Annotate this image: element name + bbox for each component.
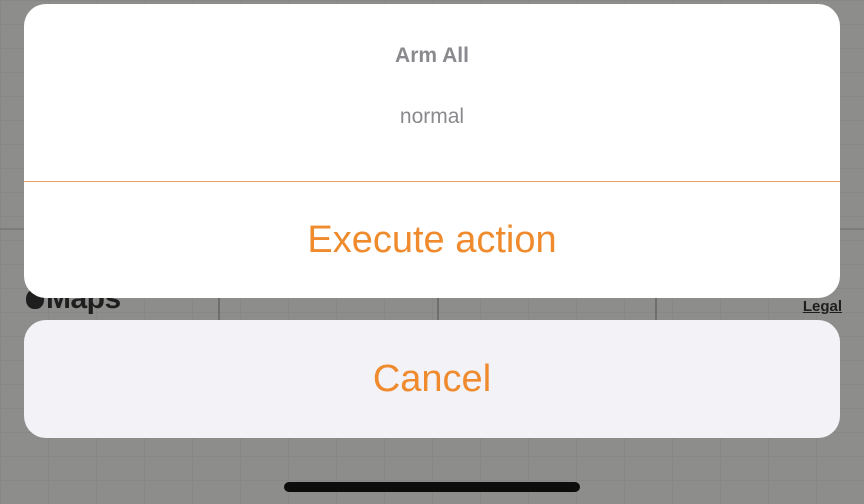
action-sheet-message: normal <box>399 105 465 128</box>
map-road <box>655 298 657 320</box>
map-road <box>437 298 439 320</box>
action-sheet-group: Arm All normal Execute action <box>24 4 840 298</box>
map-road <box>218 298 220 320</box>
legal-link[interactable]: Legal <box>803 298 842 315</box>
cancel-button[interactable]: Cancel <box>24 320 840 438</box>
home-indicator[interactable] <box>284 482 580 492</box>
execute-action-button[interactable]: Execute action <box>24 182 840 298</box>
action-sheet-title: Arm All <box>395 44 469 67</box>
